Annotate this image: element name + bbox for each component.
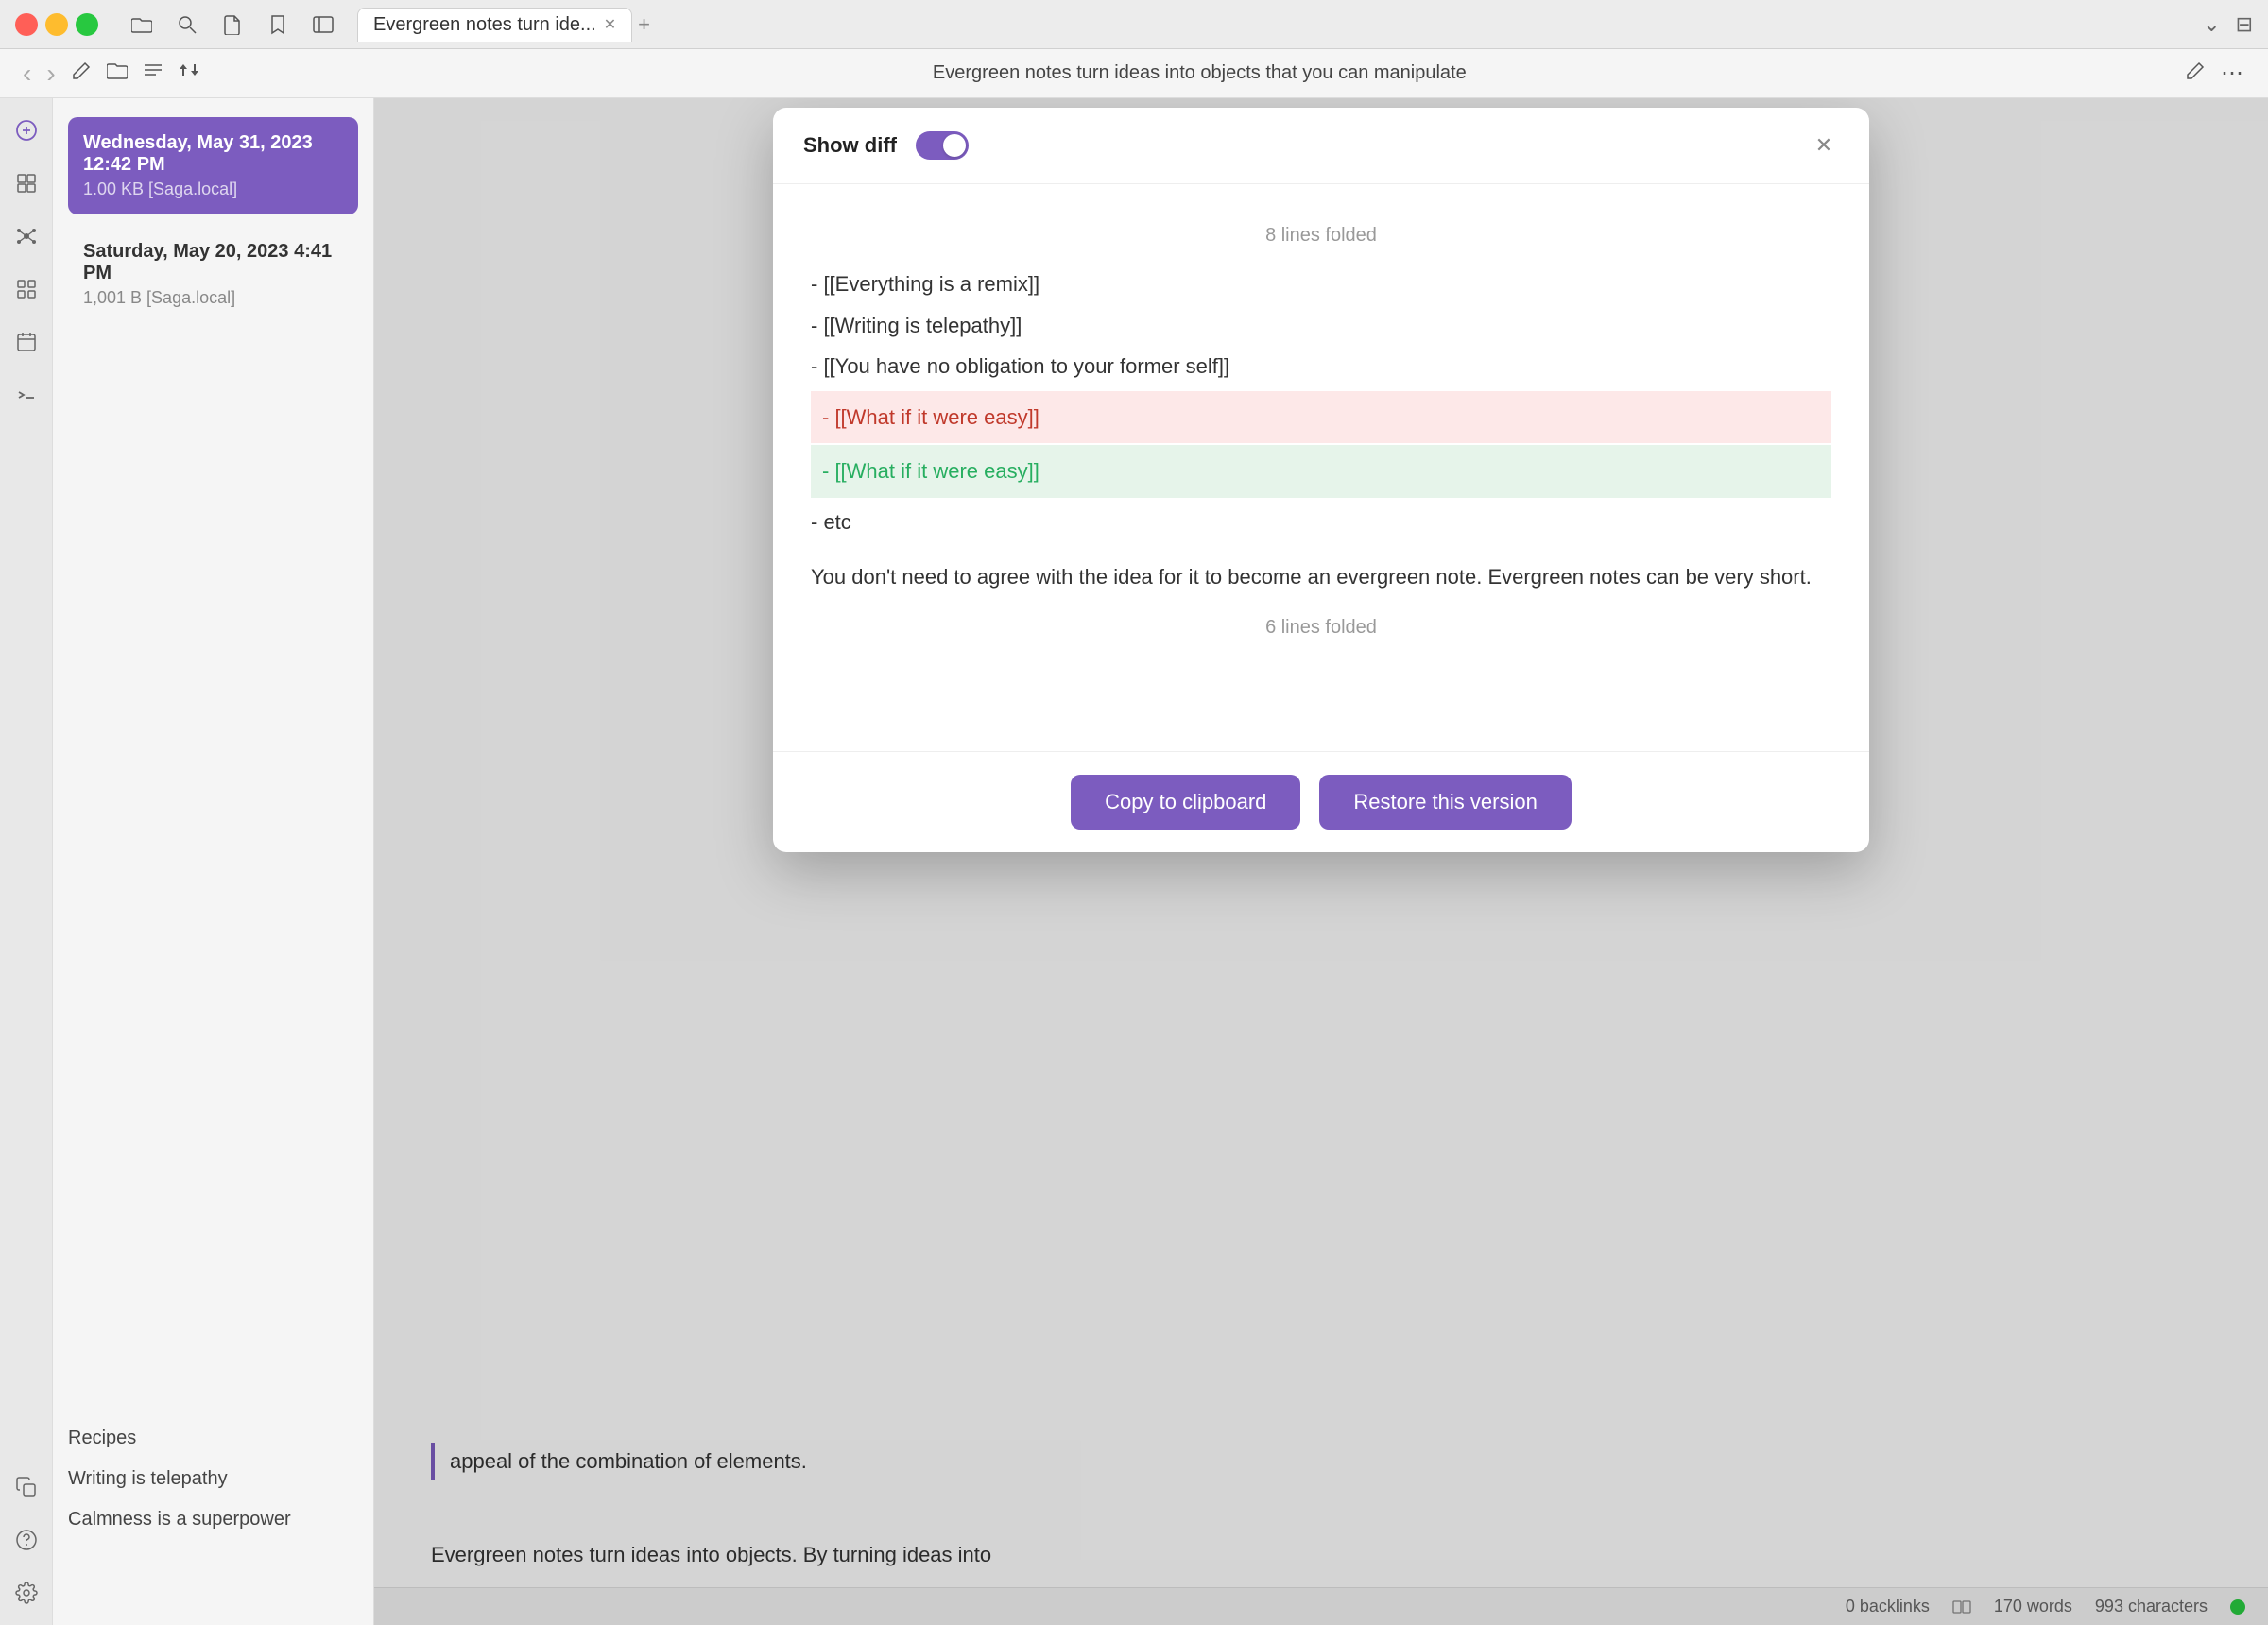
- sidebar-note-telepathy[interactable]: Writing is telepathy: [53, 1459, 374, 1499]
- left-sidebar: [0, 98, 53, 1625]
- sort-icon[interactable]: [179, 60, 199, 87]
- sidebar-item-graph[interactable]: [9, 219, 43, 253]
- sidebar-item-help[interactable]: [9, 1523, 43, 1557]
- history-item-2[interactable]: Saturday, May 20, 2023 4:41 PM 1,001 B […: [68, 226, 358, 323]
- titlebar-right: ⌄ ⊟: [2203, 12, 2253, 37]
- history-item-1-date: Wednesday, May 31, 2023 12:42 PM: [83, 132, 343, 176]
- show-diff-toggle[interactable]: [916, 131, 969, 160]
- fullscreen-button[interactable]: [76, 13, 98, 36]
- sidebar-item-calendar[interactable]: [9, 325, 43, 359]
- modal-body: 8 lines folded - [[Everything is a remix…: [773, 184, 1869, 751]
- diff-change-block: - [[What if it were easy]] - [[What if i…: [811, 391, 1831, 498]
- app-layout: Wednesday, May 31, 2023 12:42 PM 1.00 KB…: [0, 98, 2268, 1625]
- file-icon[interactable]: [219, 11, 246, 38]
- titlebar: Evergreen notes turn ide... ✕ + ⌄ ⊟: [0, 0, 2268, 49]
- toolbar-nav: ‹ ›: [23, 59, 56, 89]
- more-options-icon[interactable]: ⋯: [2221, 60, 2245, 87]
- sidebar-item-copy[interactable]: [9, 1470, 43, 1504]
- diff-removed-line: - [[What if it were easy]]: [811, 391, 1831, 444]
- sidebar-icon[interactable]: [310, 11, 336, 38]
- page-title: Evergreen notes turn ideas into objects …: [933, 62, 1467, 83]
- minimize-button[interactable]: [45, 13, 68, 36]
- show-diff-label: Show diff: [803, 133, 897, 158]
- lines-folded-bottom: 6 lines folded: [811, 610, 1831, 644]
- tab-bar: Evergreen notes turn ide... ✕ +: [357, 8, 2191, 42]
- bookmark-icon[interactable]: [265, 11, 291, 38]
- sidebar-item-nav[interactable]: [9, 113, 43, 147]
- chevron-down-icon[interactable]: ⌄: [2203, 12, 2220, 37]
- list-icon[interactable]: [143, 60, 163, 87]
- history-item-1[interactable]: Wednesday, May 31, 2023 12:42 PM 1.00 KB…: [68, 117, 358, 214]
- version-history-modal: Show diff ✕ 8 lines folded - [[Everythin…: [773, 108, 1869, 852]
- copy-to-clipboard-button[interactable]: Copy to clipboard: [1071, 775, 1300, 830]
- right-content: appeal of the combination of elements. E…: [374, 98, 2268, 1625]
- titlebar-icons: [129, 11, 336, 38]
- tab-label: Evergreen notes turn ide...: [373, 14, 596, 36]
- back-button[interactable]: ‹: [23, 59, 31, 89]
- restore-version-button[interactable]: Restore this version: [1319, 775, 1571, 830]
- traffic-lights: [15, 13, 98, 36]
- toolbar-actions: [71, 60, 199, 87]
- diff-etc-line: - etc: [811, 502, 1831, 543]
- folder-icon[interactable]: [129, 11, 155, 38]
- toolbar-edit-icon[interactable]: [2185, 60, 2206, 87]
- sidebar-note-calmness[interactable]: Calmness is a superpower: [53, 1499, 374, 1540]
- diff-line-2: - [[Writing is telepathy]]: [811, 305, 1831, 347]
- diff-context-lines: - [[Everything is a remix]] - [[Writing …: [811, 264, 1831, 387]
- edit-icon[interactable]: [71, 60, 92, 87]
- search-title-icon[interactable]: [174, 11, 200, 38]
- history-item-2-date: Saturday, May 20, 2023 4:41 PM: [83, 241, 343, 284]
- sidebar-note-items: Recipes Writing is telepathy Calmness is…: [53, 1418, 374, 1540]
- sidebar-item-search[interactable]: [9, 166, 43, 200]
- sidebar-item-grid[interactable]: [9, 272, 43, 306]
- history-item-2-meta: 1,001 B [Saga.local]: [83, 288, 343, 308]
- modal-body-text: You don't need to agree with the idea fo…: [811, 558, 1831, 596]
- diff-added-line: - [[What if it were easy]]: [811, 445, 1831, 498]
- toolbar-right: ⋯: [2185, 60, 2245, 87]
- diff-line-3: - [[You have no obligation to your forme…: [811, 346, 1831, 387]
- modal-header: Show diff ✕: [773, 108, 1869, 184]
- lines-folded-top: 8 lines folded: [811, 218, 1831, 252]
- active-tab[interactable]: Evergreen notes turn ide... ✕: [357, 8, 632, 42]
- sidebar-item-terminal[interactable]: [9, 378, 43, 412]
- close-button[interactable]: [15, 13, 38, 36]
- sidebar-item-settings[interactable]: [9, 1576, 43, 1610]
- modal-close-button[interactable]: ✕: [1809, 130, 1839, 161]
- toolbar-title: Evergreen notes turn ideas into objects …: [230, 62, 2170, 84]
- history-panel: Wednesday, May 31, 2023 12:42 PM 1.00 KB…: [53, 98, 374, 1625]
- new-tab-button[interactable]: +: [638, 12, 650, 37]
- modal-footer: Copy to clipboard Restore this version: [773, 751, 1869, 852]
- tab-close-button[interactable]: ✕: [604, 15, 616, 34]
- toolbar: ‹ › Evergreen notes turn ideas into obje…: [0, 49, 2268, 98]
- folder-action-icon[interactable]: [107, 60, 128, 87]
- sidebar-note-recipes[interactable]: Recipes: [53, 1418, 374, 1459]
- split-view-icon[interactable]: ⊟: [2236, 12, 2253, 37]
- modal-overlay: Show diff ✕ 8 lines folded - [[Everythin…: [374, 98, 2268, 1625]
- toggle-knob: [943, 134, 966, 157]
- diff-line-1: - [[Everything is a remix]]: [811, 264, 1831, 305]
- history-item-1-meta: 1.00 KB [Saga.local]: [83, 180, 343, 199]
- forward-button[interactable]: ›: [46, 59, 55, 89]
